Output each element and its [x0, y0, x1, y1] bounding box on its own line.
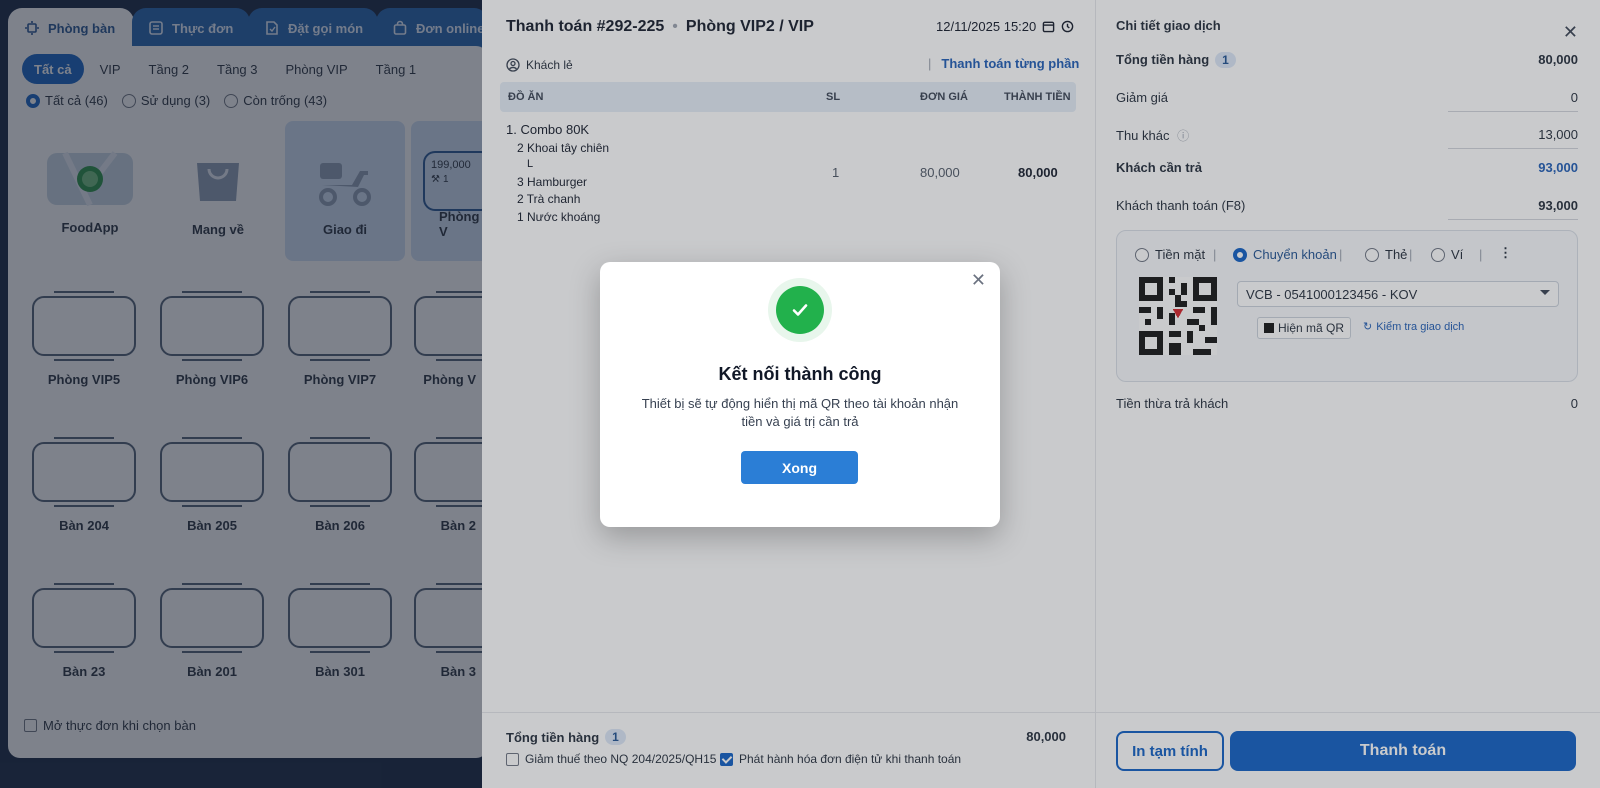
check-icon: [792, 304, 808, 316]
success-badge: [768, 278, 832, 342]
close-icon[interactable]: ✕: [971, 270, 986, 291]
dialog-title: Kết nối thành công: [718, 364, 882, 384]
dialog-message: Thiết bị sẽ tự động hiển thị mã QR theo …: [641, 396, 959, 429]
done-button[interactable]: Xong: [741, 451, 858, 484]
success-dialog: ✕ Kết nối thành công Thiết bị sẽ tự động…: [600, 262, 1000, 527]
